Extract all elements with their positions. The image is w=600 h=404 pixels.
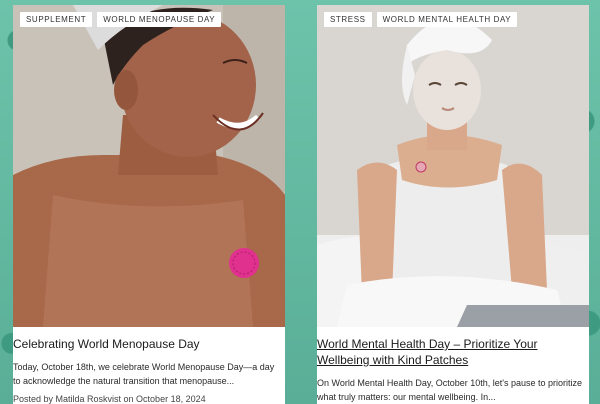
tag-world-menopause-day[interactable]: WORLD MENOPAUSE DAY xyxy=(97,12,222,27)
article-title[interactable]: World Mental Health Day – Prioritize You… xyxy=(317,336,585,368)
article-image-menopause[interactable] xyxy=(13,5,285,327)
article-image-mental-health[interactable] xyxy=(317,5,589,327)
tag-list: SUPPLEMENT WORLD MENOPAUSE DAY xyxy=(20,12,222,27)
article-title[interactable]: Celebrating World Menopause Day xyxy=(13,336,281,352)
article-meta: Posted by Matilda Roskvist on October 18… xyxy=(13,394,206,404)
tag-world-mental-health-day[interactable]: WORLD MENTAL HEALTH DAY xyxy=(376,12,518,27)
article-excerpt: On World Mental Health Day, October 10th… xyxy=(317,378,583,402)
article-card-menopause[interactable]: SUPPLEMENT WORLD MENOPAUSE DAY Celebrati… xyxy=(13,5,285,404)
article-excerpt: Today, October 18th, we celebrate World … xyxy=(13,362,275,386)
article-card-mental-health[interactable]: STRESS WORLD MENTAL HEALTH DAY World Men… xyxy=(317,5,589,404)
tag-stress[interactable]: STRESS xyxy=(324,12,372,27)
tag-supplement[interactable]: SUPPLEMENT xyxy=(20,12,93,27)
tag-list: STRESS WORLD MENTAL HEALTH DAY xyxy=(324,12,518,27)
